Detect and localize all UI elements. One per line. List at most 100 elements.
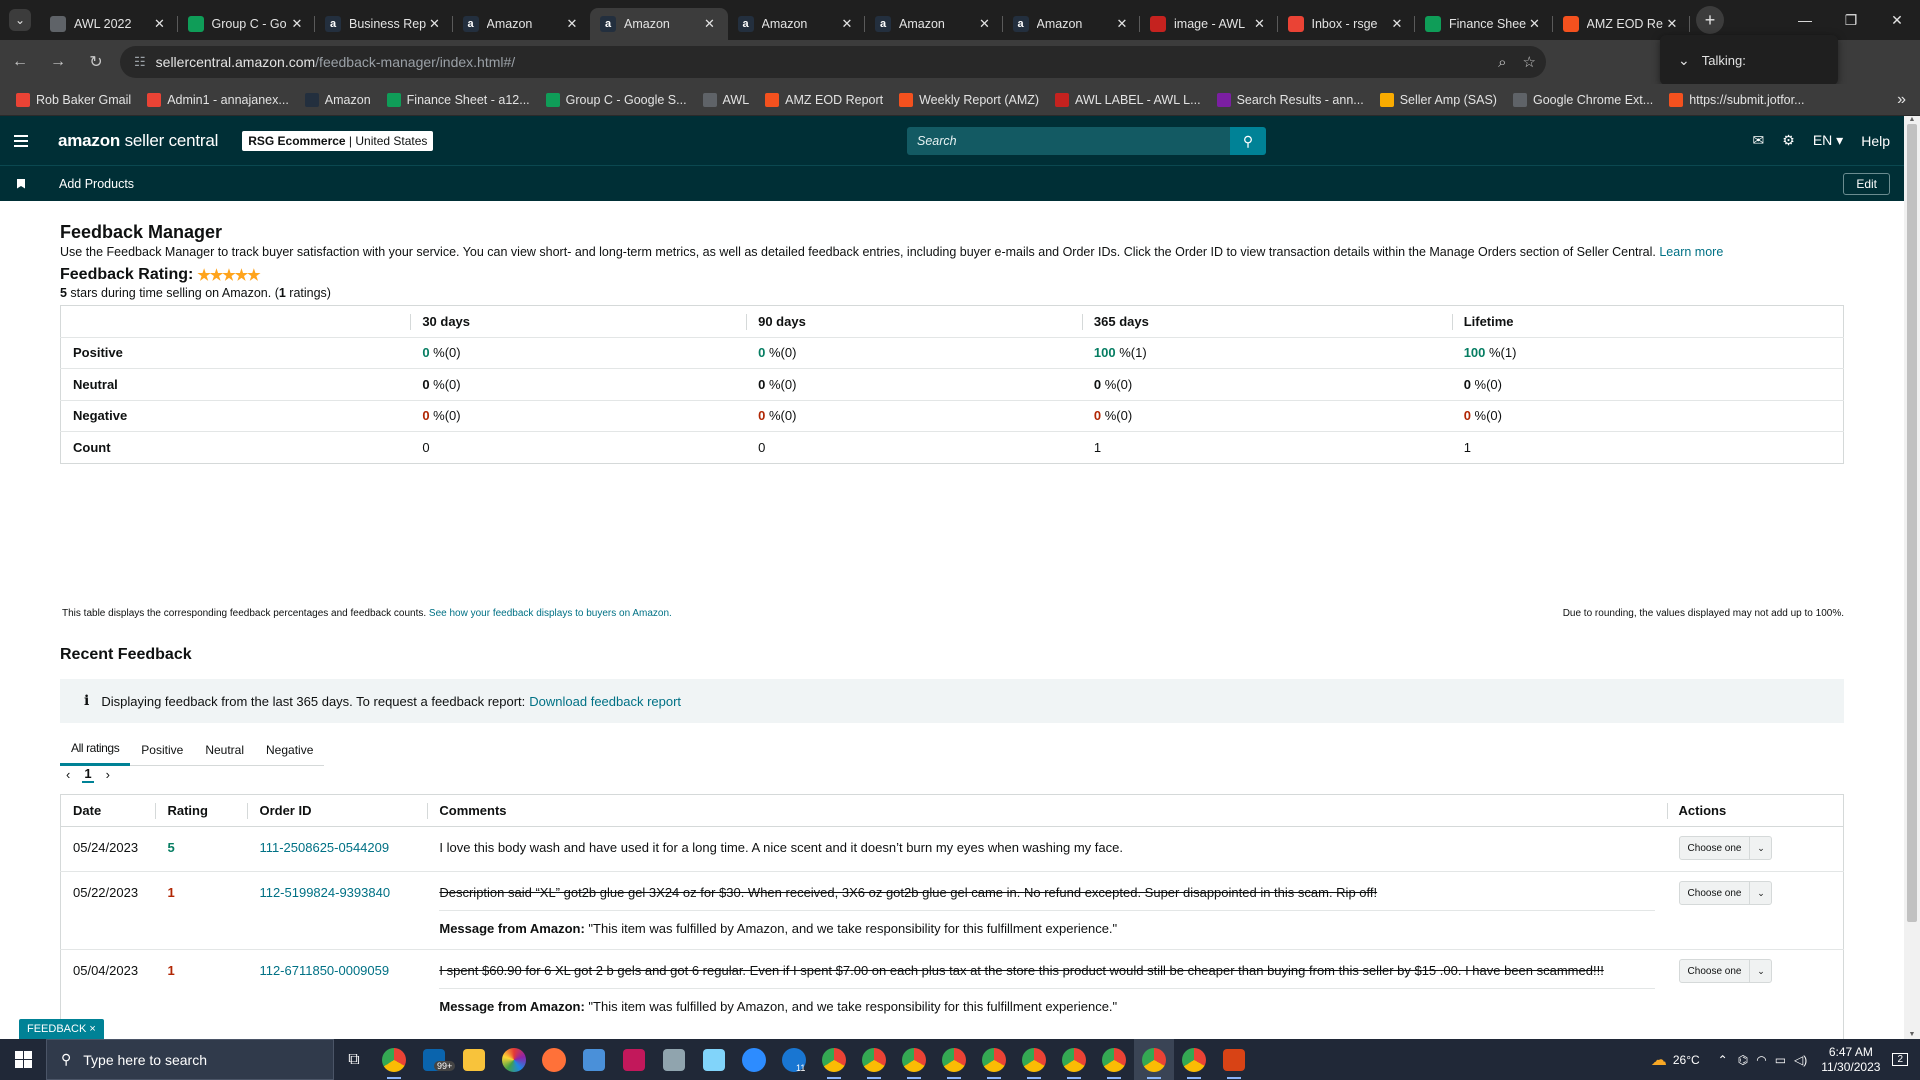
browser-tab[interactable]: Finance Shee ✕: [1415, 8, 1553, 40]
chrome-profile-icon[interactable]: [1134, 1039, 1174, 1080]
battery-icon[interactable]: ▭: [1775, 1053, 1786, 1067]
network-icon[interactable]: ⌬: [1738, 1053, 1748, 1067]
chevron-left-icon[interactable]: ‹: [66, 767, 70, 782]
search-input[interactable]: [907, 127, 1230, 155]
browser-tab[interactable]: AWL 2022 ✕: [40, 8, 178, 40]
bookmark-rob-baker-gmail[interactable]: Rob Baker Gmail: [8, 86, 139, 114]
bookmark-amz-eod-report[interactable]: AMZ EOD Report: [757, 86, 891, 114]
tab-neutral[interactable]: Neutral: [194, 733, 255, 766]
chrome-profile-icon[interactable]: [814, 1039, 854, 1080]
close-window-button[interactable]: ✕: [1874, 0, 1920, 40]
download-feedback-report-link[interactable]: Download feedback report: [529, 694, 681, 709]
address-bar[interactable]: ☷ sellercentral.amazon.com/feedback-mana…: [120, 46, 1546, 78]
temperature[interactable]: 26°C: [1673, 1053, 1700, 1067]
scroll-down-arrow-icon[interactable]: ▼: [1904, 1031, 1920, 1039]
notification-icon[interactable]: 2: [1892, 1053, 1908, 1066]
chrome-profile-icon[interactable]: [1174, 1039, 1214, 1080]
minimize-button[interactable]: —: [1782, 0, 1828, 40]
chrome-profile-icon[interactable]: [1014, 1039, 1054, 1080]
edit-button[interactable]: Edit: [1843, 173, 1890, 195]
chrome-profile-icon[interactable]: [1094, 1039, 1134, 1080]
browser-tab[interactable]: image - AWL ✕: [1140, 8, 1278, 40]
tab-search-button[interactable]: ⌄: [0, 0, 40, 40]
browser-tab[interactable]: a Business Rep ✕: [315, 8, 453, 40]
bookmark-seller-amp-sas[interactable]: Seller Amp (SAS): [1372, 86, 1505, 114]
browser-tab[interactable]: a Amazon ✕: [728, 8, 865, 40]
firefox-icon[interactable]: [534, 1039, 574, 1080]
clock[interactable]: 6:47 AM 11/30/2023: [1821, 1045, 1880, 1075]
tab-all-ratings[interactable]: All ratings: [60, 733, 131, 766]
language-selector[interactable]: EN ▾: [1813, 132, 1843, 149]
search-button[interactable]: ⚲: [1230, 127, 1266, 155]
bookmark-admin1-annajanex[interactable]: Admin1 - annajanex...: [139, 86, 297, 114]
chevron-right-icon[interactable]: ›: [106, 767, 110, 782]
bookmark-star-icon[interactable]: ☆: [1523, 53, 1536, 71]
scroll-up-arrow-icon[interactable]: ▲: [1904, 116, 1920, 124]
bookmark-search-results-ann[interactable]: Search Results - ann...: [1209, 86, 1372, 114]
close-tab-icon[interactable]: ✕: [427, 16, 443, 32]
windows-start-icon[interactable]: [0, 1039, 46, 1080]
bookmark-awl[interactable]: AWL: [695, 86, 758, 114]
taskbar-search-input[interactable]: ⚲ Type here to search: [46, 1039, 334, 1080]
actions-dropdown[interactable]: Choose one ⌄: [1678, 881, 1773, 905]
chrome-profile-icon[interactable]: [1054, 1039, 1094, 1080]
close-tab-icon[interactable]: ✕: [289, 16, 305, 32]
browser-tab[interactable]: a Amazon ✕: [590, 8, 728, 40]
zoom-app-icon[interactable]: [734, 1039, 774, 1080]
task-view-icon[interactable]: ⧉: [334, 1039, 374, 1080]
close-tab-icon[interactable]: ✕: [702, 16, 718, 32]
bookmark-amazon[interactable]: Amazon: [297, 86, 379, 114]
close-tab-icon[interactable]: ✕: [1252, 16, 1268, 32]
chrome-profile-icon[interactable]: [974, 1039, 1014, 1080]
page-scrollbar[interactable]: ▲ ▼: [1904, 116, 1920, 1039]
close-tab-icon[interactable]: ✕: [152, 16, 168, 32]
notepad-icon[interactable]: [694, 1039, 734, 1080]
app-w-icon[interactable]: [614, 1039, 654, 1080]
close-tab-icon[interactable]: ✕: [1114, 16, 1130, 32]
chrome-profile-icon[interactable]: [934, 1039, 974, 1080]
new-tab-button[interactable]: +: [1696, 6, 1724, 34]
zoom-icon[interactable]: ⌕: [1498, 54, 1506, 71]
scrollbar-thumb[interactable]: [1907, 124, 1917, 922]
close-tab-icon[interactable]: ✕: [839, 16, 855, 32]
bookmark-awl-label-awl-l[interactable]: AWL LABEL - AWL L...: [1047, 86, 1209, 114]
talking-popup[interactable]: ⌄ Talking:: [1660, 35, 1838, 85]
actions-dropdown[interactable]: Choose one ⌄: [1678, 959, 1773, 983]
learn-more-link[interactable]: Learn more: [1659, 245, 1723, 259]
bookmark-icon[interactable]: [0, 178, 42, 189]
chevron-up-icon[interactable]: ⌃: [1718, 1053, 1728, 1067]
mail-app-icon[interactable]: 99+: [414, 1039, 456, 1080]
bookmark-https-submit-jotfor[interactable]: https://submit.jotfor...: [1661, 86, 1812, 114]
calculator-icon[interactable]: [574, 1039, 614, 1080]
app-r-icon[interactable]: [1214, 1039, 1254, 1080]
browser-tab[interactable]: a Amazon ✕: [453, 8, 591, 40]
close-tab-icon[interactable]: ✕: [1527, 16, 1543, 32]
tab-positive[interactable]: Positive: [130, 733, 194, 766]
file-explorer-icon[interactable]: [454, 1039, 494, 1080]
chrome-icon[interactable]: [374, 1039, 414, 1080]
chrome-profile-icon[interactable]: [854, 1039, 894, 1080]
hamburger-menu-icon[interactable]: [0, 116, 42, 165]
close-tab-icon[interactable]: ✕: [1389, 16, 1405, 32]
reload-button[interactable]: ↻: [78, 44, 114, 80]
bookmark-weekly-report-amz[interactable]: Weekly Report (AMZ): [891, 86, 1047, 114]
order-id-link[interactable]: 112-6711850-0009059: [259, 963, 389, 978]
order-id-link[interactable]: 112-5199824-9393840: [259, 885, 390, 900]
browser-tab[interactable]: Group C - Go ✕: [178, 8, 315, 40]
close-tab-icon[interactable]: ✕: [564, 16, 580, 32]
feedback-tab-button[interactable]: FEEDBACK ×: [19, 1019, 104, 1039]
bookmark-group-c-google-s[interactable]: Group C - Google S...: [538, 86, 695, 114]
restore-button[interactable]: ❐: [1828, 0, 1874, 40]
browser-tab[interactable]: a Amazon ✕: [1003, 8, 1140, 40]
tab-negative[interactable]: Negative: [255, 733, 324, 766]
help-link[interactable]: Help: [1861, 133, 1890, 149]
bookmarks-overflow-icon[interactable]: »: [1897, 84, 1906, 116]
wifi-icon[interactable]: ◠: [1756, 1053, 1766, 1067]
feedback-display-link[interactable]: See how your feedback displays to buyers…: [429, 608, 672, 619]
gear-icon[interactable]: ⚙: [1782, 132, 1795, 149]
add-products-link[interactable]: Add Products: [59, 177, 134, 191]
browser-tab[interactable]: Inbox - rsge ✕: [1278, 8, 1415, 40]
seller-central-logo[interactable]: amazon seller central: [58, 131, 218, 151]
back-button[interactable]: ←: [2, 44, 38, 80]
account-switcher[interactable]: RSG Ecommerce | United States: [242, 130, 434, 151]
